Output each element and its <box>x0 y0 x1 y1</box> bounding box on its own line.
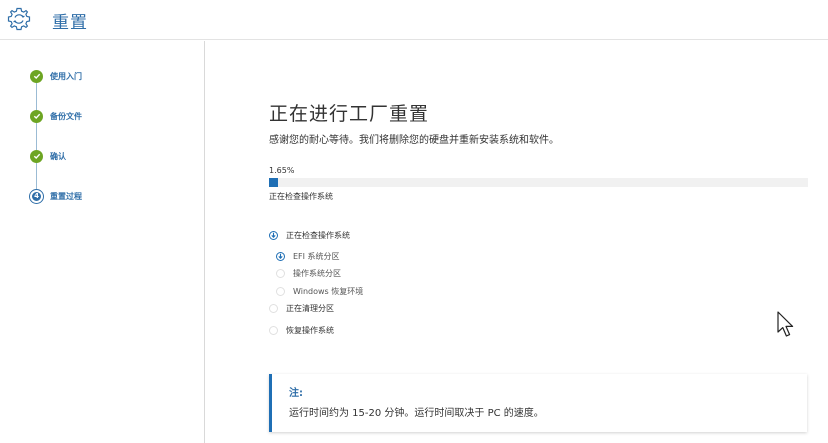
sidebar-step-getting-started: 使用入门 <box>30 69 82 83</box>
reset-description: 感谢您的耐心等待。我们将删除您的硬盘并重新安装系统和软件。 <box>269 135 559 146</box>
note-title: 注: <box>289 388 303 399</box>
subtask-label: 操作系统分区 <box>293 269 341 278</box>
step-number-badge: 4 <box>30 189 43 203</box>
note-box: 注: 运行时间约为 15-20 分钟。运行时间取决于 PC 的速度。 <box>269 374 807 432</box>
subtask-windows-recovery: Windows 恢复环境 <box>276 286 363 297</box>
note-text: 运行时间约为 15-20 分钟。运行时间取决于 PC 的速度。 <box>289 408 544 419</box>
task-label: 恢复操作系统 <box>286 326 334 335</box>
reset-heading: 正在进行工厂重置 <box>269 103 430 125</box>
mouse-cursor-icon <box>777 311 794 337</box>
pending-circle-icon <box>269 304 278 313</box>
sidebar-step-backup-files: 备份文件 <box>30 109 82 123</box>
page-title: 重置 <box>52 13 88 33</box>
sidebar-step-confirm: 确认 <box>30 149 66 163</box>
progress-sidebar: 使用入门 备份文件 确认 4 重置过程 <box>0 41 205 443</box>
app-header: 重置 <box>0 0 828 40</box>
sidebar-step-reset-process: 4 重置过程 <box>30 189 82 203</box>
subtask-efi-partition: EFI 系统分区 <box>276 251 340 262</box>
progress-status-text: 正在检查操作系统 <box>269 192 333 201</box>
task-restore-os: 恢复操作系统 <box>269 325 334 336</box>
progress-percent: 1.65% <box>269 166 295 175</box>
step-label: 重置过程 <box>50 191 82 201</box>
step-label: 备份文件 <box>50 111 82 121</box>
task-label: 正在清理分区 <box>286 304 334 313</box>
pending-circle-icon <box>269 326 278 335</box>
check-icon <box>30 149 43 163</box>
step-label: 使用入门 <box>50 71 82 81</box>
task-label: 正在检查操作系统 <box>286 231 350 240</box>
download-arrow-icon <box>269 231 278 240</box>
check-icon <box>30 69 43 83</box>
progress-bar-fill <box>269 178 278 187</box>
download-arrow-icon <box>276 252 285 261</box>
pending-circle-icon <box>276 287 285 296</box>
step-label: 确认 <box>50 151 66 161</box>
main-panel: 正在进行工厂重置 感谢您的耐心等待。我们将删除您的硬盘并重新安装系统和软件。 1… <box>206 41 828 443</box>
pending-circle-icon <box>276 269 285 278</box>
task-checking-os: 正在检查操作系统 <box>269 230 350 241</box>
check-icon <box>30 109 43 123</box>
subtask-label: Windows 恢复环境 <box>293 287 364 296</box>
task-cleaning-partitions: 正在清理分区 <box>269 303 334 314</box>
progress-bar <box>269 178 808 187</box>
steps-connector-line <box>36 75 37 195</box>
subtask-label: EFI 系统分区 <box>293 252 340 261</box>
subtask-os-partition: 操作系统分区 <box>276 268 341 279</box>
reset-gear-icon <box>7 7 31 31</box>
